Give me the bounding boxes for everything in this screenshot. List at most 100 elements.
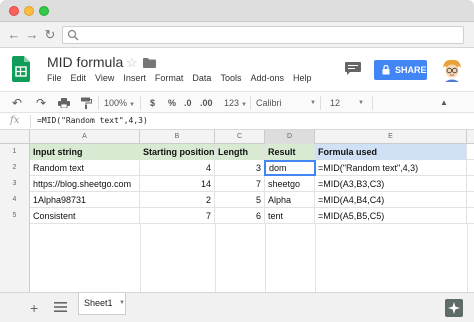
close-window-button[interactable] (9, 6, 19, 16)
cell-b4[interactable]: 2 (140, 192, 215, 208)
percent-format-button[interactable]: % (168, 96, 176, 110)
cell-c5[interactable]: 6 (215, 208, 265, 224)
chevron-down-icon: ▼ (241, 102, 247, 108)
menu-view[interactable]: View (95, 73, 114, 85)
font-size-value: 12 (330, 98, 341, 108)
sheet-tabs-bar: + Sheet1 ▼ (0, 292, 474, 322)
chevron-down-icon: ▼ (310, 100, 316, 106)
document-title[interactable]: MID formula (47, 54, 123, 70)
number-format-select[interactable]: 123 ▼ (224, 96, 247, 110)
cell-d1[interactable]: Result (265, 144, 315, 160)
currency-format-button[interactable]: $ (150, 96, 155, 110)
cell-b5[interactable]: 7 (140, 208, 215, 224)
cell-d4[interactable]: Alpha (265, 192, 315, 208)
address-bar[interactable] (62, 26, 464, 44)
decrease-decimal-button[interactable]: .0 (184, 96, 192, 110)
formula-input[interactable]: =MID("Random text",4,3) (37, 116, 148, 125)
sheet-tab-label: Sheet1 (84, 298, 113, 308)
cell-e2[interactable]: =MID("Random text",4,3) (315, 160, 467, 176)
chevron-down-icon: ▼ (358, 100, 364, 106)
select-all-corner[interactable] (0, 130, 30, 144)
menu-help[interactable]: Help (293, 73, 312, 85)
share-label: SHARE (395, 65, 427, 75)
cell-c3[interactable]: 7 (215, 176, 265, 192)
menu-format[interactable]: Format (155, 73, 184, 85)
cell-e3[interactable]: =MID(A3,B3,C3) (315, 176, 467, 192)
browser-navbar: ← → ↻ (0, 22, 474, 48)
maximize-window-button[interactable] (39, 6, 49, 16)
chevron-down-icon: ▼ (129, 102, 135, 108)
font-family-select[interactable]: Calibri ▼ (256, 96, 316, 110)
font-size-select[interactable]: 12 ▼ (330, 96, 364, 110)
cell-a3[interactable]: https://blog.sheetgo.com (30, 176, 140, 192)
cell-b1[interactable]: Starting position (140, 144, 215, 160)
font-family-value: Calibri (256, 98, 282, 108)
explore-icon[interactable] (445, 299, 463, 317)
formula-bar: fx =MID("Random text",4,3) (0, 113, 474, 130)
paint-format-icon[interactable] (80, 97, 92, 109)
increase-decimal-button[interactable]: .00 (200, 96, 213, 110)
column-header-b[interactable]: B (140, 130, 215, 144)
column-header-c[interactable]: C (215, 130, 265, 144)
menu-file[interactable]: File (47, 73, 62, 85)
menu-data[interactable]: Data (192, 73, 211, 85)
print-icon[interactable] (58, 98, 70, 108)
minimize-window-button[interactable] (24, 6, 34, 16)
cell-d3[interactable]: sheetgo (265, 176, 315, 192)
zoom-select[interactable]: 100% ▼ (104, 96, 135, 110)
column-header-d[interactable]: D (265, 130, 315, 144)
sheet-tab-sheet1[interactable]: Sheet1 ▼ (78, 293, 126, 315)
cell-d2-active[interactable]: dom (264, 160, 316, 176)
cell-a4[interactable]: 1Alpha98731 (30, 192, 140, 208)
cell-e1[interactable]: Formula used (315, 144, 467, 160)
add-sheet-icon[interactable]: + (30, 300, 38, 316)
forward-arrow-icon[interactable]: → (24, 27, 40, 43)
avatar[interactable] (440, 58, 464, 82)
cell-a1[interactable]: Input string (30, 144, 140, 160)
cell-b3[interactable]: 14 (140, 176, 215, 192)
empty-grid-area[interactable] (0, 224, 474, 292)
column-header-e[interactable]: E (315, 130, 467, 144)
row-header[interactable]: 3 (0, 176, 30, 192)
menu-edit[interactable]: Edit (71, 73, 87, 85)
table-row: 4 1Alpha98731 2 5 Alpha =MID(A4,B4,C4) (0, 192, 474, 208)
comments-icon[interactable] (345, 62, 361, 76)
number-format-label: 123 (224, 98, 240, 108)
menu-addons[interactable]: Add-ons (250, 73, 284, 85)
table-row: 2 Random text 4 3 dom =MID("Random text"… (0, 160, 474, 176)
table-row: 5 Consistent 7 6 tent =MID(A5,B5,C5) (0, 208, 474, 224)
column-header-a[interactable]: A (30, 130, 140, 144)
row-header[interactable]: 1 (0, 144, 30, 160)
window-titlebar (0, 0, 474, 22)
redo-icon[interactable]: ↷ (36, 96, 46, 110)
menu-tools[interactable]: Tools (220, 73, 241, 85)
cell-c2[interactable]: 3 (215, 160, 265, 176)
share-button[interactable]: SHARE (374, 60, 427, 80)
cell-d5[interactable]: tent (265, 208, 315, 224)
column-header-row: A B C D E (0, 130, 474, 144)
cell-e5[interactable]: =MID(A5,B5,C5) (315, 208, 467, 224)
fx-icon: fx (10, 115, 20, 126)
cell-a5[interactable]: Consistent (30, 208, 140, 224)
row-header[interactable]: 5 (0, 208, 30, 224)
chevron-up-icon[interactable]: ▲ (440, 96, 448, 110)
menu-insert[interactable]: Insert (123, 73, 146, 85)
back-arrow-icon[interactable]: ← (6, 27, 22, 43)
row-header[interactable]: 2 (0, 160, 30, 176)
cell-e4[interactable]: =MID(A4,B4,C4) (315, 192, 467, 208)
lock-icon (382, 65, 390, 75)
cell-c4[interactable]: 5 (215, 192, 265, 208)
undo-icon[interactable]: ↶ (12, 96, 22, 110)
reload-icon[interactable]: ↻ (42, 27, 58, 43)
chevron-down-icon[interactable]: ▼ (119, 300, 125, 306)
all-sheets-icon[interactable] (54, 301, 67, 313)
formatting-toolbar: ↶ ↷ 100% ▼ $ % .0 .00 123 ▼ Calibri ▼ 12 ▼ ▲ (0, 91, 474, 113)
table-row: 1 Input string Starting position Length … (0, 144, 474, 160)
row-header[interactable]: 4 (0, 192, 30, 208)
cell-c1[interactable]: Length (215, 144, 265, 160)
cell-b2[interactable]: 4 (140, 160, 215, 176)
star-icon[interactable]: ☆ (126, 55, 138, 71)
cell-a2[interactable]: Random text (30, 160, 140, 176)
search-icon (67, 29, 79, 41)
folder-icon[interactable] (143, 58, 156, 68)
